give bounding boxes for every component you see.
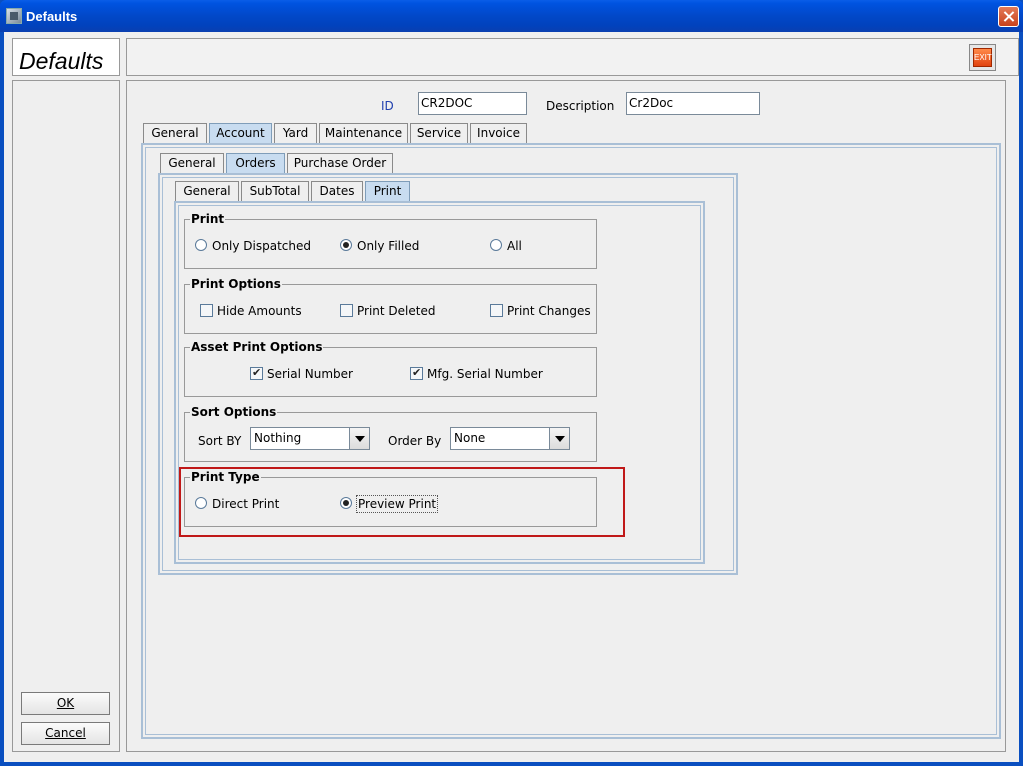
- all-radio[interactable]: [490, 239, 502, 251]
- hide-amounts-label[interactable]: Hide Amounts: [217, 304, 302, 318]
- ok-button-label: OK: [56, 696, 75, 710]
- window-title: Defaults: [26, 9, 78, 24]
- serial-number-checkbox[interactable]: [250, 366, 263, 380]
- description-field[interactable]: Cr2Doc: [626, 92, 760, 115]
- print-group: Print Only Dispatched Only Filled All: [184, 213, 597, 269]
- tab-account[interactable]: Account: [209, 123, 272, 143]
- order-by-select[interactable]: None: [450, 427, 570, 450]
- tab-dates[interactable]: Dates: [311, 181, 363, 201]
- order-by-value: None: [454, 431, 486, 445]
- cancel-button-label: Cancel: [45, 726, 86, 740]
- chevron-down-icon[interactable]: [349, 428, 369, 449]
- chevron-down-icon[interactable]: [549, 428, 569, 449]
- tab-subtotal[interactable]: SubTotal: [241, 181, 309, 201]
- exit-icon: EXIT: [973, 48, 992, 67]
- account-tab-panel: General Orders Purchase Order General Su…: [141, 143, 1001, 739]
- mfg-serial-number-label[interactable]: Mfg. Serial Number: [427, 367, 543, 381]
- tab-service[interactable]: Service: [410, 123, 468, 143]
- only-dispatched-radio[interactable]: [195, 239, 207, 251]
- sort-options-group-title: Sort Options: [190, 405, 278, 419]
- highlight-box: [179, 467, 625, 537]
- only-dispatched-label[interactable]: Only Dispatched: [212, 239, 311, 253]
- print-group-title: Print: [190, 212, 226, 226]
- only-filled-radio[interactable]: [340, 239, 352, 251]
- app-icon: [6, 8, 22, 24]
- asset-print-options-group: Asset Print Options Serial Number Mfg. S…: [184, 341, 597, 397]
- heading-panel: Defaults: [12, 38, 120, 76]
- print-options-group: Print Options Hide Amounts Print Deleted…: [184, 278, 597, 334]
- sort-by-value: Nothing: [254, 431, 302, 445]
- sort-by-select[interactable]: Nothing: [250, 427, 370, 450]
- window-titlebar[interactable]: Defaults: [0, 0, 1023, 32]
- print-changes-label[interactable]: Print Changes: [507, 304, 591, 318]
- sort-by-label: Sort BY: [198, 434, 242, 448]
- tab-maintenance[interactable]: Maintenance: [319, 123, 408, 143]
- cancel-button[interactable]: Cancel: [21, 722, 110, 745]
- print-deleted-label[interactable]: Print Deleted: [357, 304, 435, 318]
- all-label[interactable]: All: [507, 239, 522, 253]
- window-client: Defaults EXIT OK Cancel ID CR2DOC Descri…: [4, 32, 1019, 762]
- id-field[interactable]: CR2DOC: [418, 92, 527, 115]
- tab-orders[interactable]: Orders: [226, 153, 285, 173]
- sidebar: OK Cancel: [12, 80, 120, 752]
- print-tab-panel: Print Only Dispatched Only Filled All Pr…: [174, 201, 705, 564]
- tab-account-general[interactable]: General: [160, 153, 224, 173]
- close-icon[interactable]: [998, 6, 1019, 27]
- order-by-label: Order By: [388, 434, 442, 448]
- serial-number-label[interactable]: Serial Number: [267, 367, 353, 381]
- ok-button[interactable]: OK: [21, 692, 110, 715]
- asset-print-options-group-title: Asset Print Options: [190, 340, 324, 354]
- description-label: Description: [546, 99, 615, 113]
- page-title: Defaults: [19, 48, 104, 74]
- print-options-group-title: Print Options: [190, 277, 282, 291]
- print-deleted-checkbox[interactable]: [340, 304, 353, 317]
- id-label: ID: [381, 99, 394, 113]
- tab-invoice[interactable]: Invoice: [470, 123, 527, 143]
- main-panel: ID CR2DOC Description Cr2Doc General Acc…: [126, 80, 1006, 752]
- only-filled-label[interactable]: Only Filled: [357, 239, 419, 253]
- sort-options-group: Sort Options Sort BY Nothing Order By No…: [184, 406, 597, 462]
- hide-amounts-checkbox[interactable]: [200, 304, 213, 317]
- tab-print[interactable]: Print: [365, 181, 410, 201]
- tab-general[interactable]: General: [143, 123, 207, 143]
- mfg-serial-number-checkbox[interactable]: [410, 366, 423, 380]
- print-changes-checkbox[interactable]: [490, 304, 503, 317]
- tab-orders-general[interactable]: General: [175, 181, 239, 201]
- tab-purchase-order[interactable]: Purchase Order: [287, 153, 393, 173]
- toolbar: EXIT: [126, 38, 1019, 76]
- exit-button[interactable]: EXIT: [969, 44, 996, 71]
- orders-tab-panel: General SubTotal Dates Print Print Only …: [158, 173, 738, 575]
- tab-yard[interactable]: Yard: [274, 123, 317, 143]
